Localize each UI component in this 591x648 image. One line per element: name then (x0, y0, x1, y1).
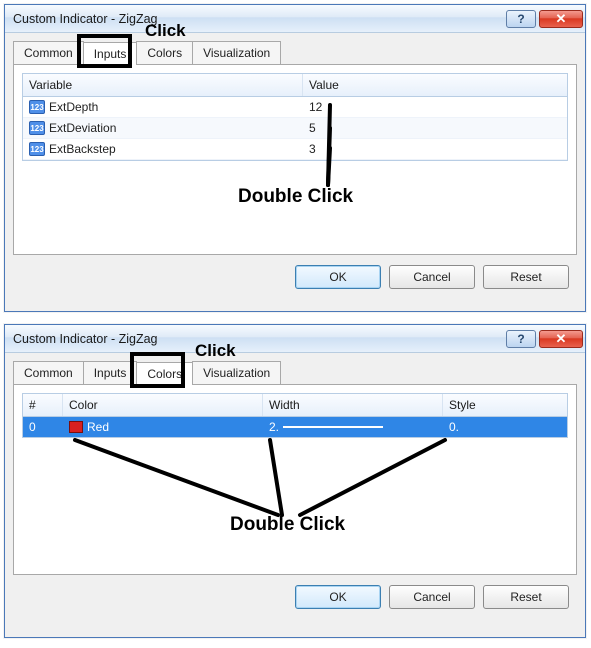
variable-value[interactable]: 12 (303, 97, 567, 117)
tab-inputs[interactable]: Inputs (83, 361, 138, 384)
column-header-index[interactable]: # (23, 394, 63, 416)
table-row[interactable]: 123 ExtDepth 12 (23, 97, 567, 118)
column-header-width[interactable]: Width (263, 394, 443, 416)
column-header-style[interactable]: Style (443, 394, 567, 416)
ok-button[interactable]: OK (295, 585, 381, 609)
help-button[interactable]: ? (506, 330, 536, 348)
close-icon: ✕ (556, 331, 567, 347)
cancel-button[interactable]: Cancel (389, 265, 475, 289)
table-row[interactable]: 123 ExtDeviation 5 (23, 118, 567, 139)
titlebar[interactable]: Custom Indicator - ZigZag ? ✕ (5, 325, 585, 353)
help-icon: ? (517, 332, 524, 346)
color-name: Red (87, 420, 109, 434)
tab-colors[interactable]: Colors (136, 362, 193, 385)
color-swatch-icon (69, 421, 83, 433)
tab-common[interactable]: Common (13, 41, 84, 64)
reset-button[interactable]: Reset (483, 585, 569, 609)
reset-button[interactable]: Reset (483, 265, 569, 289)
colors-panel: # Color Width Style 0 Red 2. (13, 385, 577, 575)
color-index: 0 (23, 417, 63, 437)
integer-icon: 123 (29, 100, 45, 114)
variable-value[interactable]: 5 (303, 118, 567, 138)
tab-visualization[interactable]: Visualization (192, 41, 281, 64)
integer-icon: 123 (29, 121, 45, 135)
cancel-button[interactable]: Cancel (389, 585, 475, 609)
line-sample-icon (283, 426, 383, 428)
close-button[interactable]: ✕ (539, 330, 583, 348)
tab-inputs[interactable]: Inputs (83, 42, 138, 65)
tabstrip: Common Inputs Colors Visualization (13, 359, 577, 385)
help-icon: ? (517, 12, 524, 26)
dialog-colors: Custom Indicator - ZigZag ? ✕ Common Inp… (4, 324, 586, 638)
window-title: Custom Indicator - ZigZag (13, 332, 506, 346)
tab-visualization[interactable]: Visualization (192, 361, 281, 384)
window-title: Custom Indicator - ZigZag (13, 12, 506, 26)
column-header-color[interactable]: Color (63, 394, 263, 416)
close-button[interactable]: ✕ (539, 10, 583, 28)
titlebar[interactable]: Custom Indicator - ZigZag ? ✕ (5, 5, 585, 33)
variable-name: ExtBackstep (49, 142, 116, 156)
style-value: 0. (443, 417, 567, 437)
tab-common[interactable]: Common (13, 361, 84, 384)
table-row[interactable]: 0 Red 2. 0. (23, 417, 567, 437)
ok-button[interactable]: OK (295, 265, 381, 289)
variable-name: ExtDepth (49, 100, 98, 114)
variable-name: ExtDeviation (49, 121, 116, 135)
table-row[interactable]: 123 ExtBackstep 3 (23, 139, 567, 160)
variable-value[interactable]: 3 (303, 139, 567, 159)
help-button[interactable]: ? (506, 10, 536, 28)
colors-grid: # Color Width Style 0 Red 2. (22, 393, 568, 438)
width-value: 2. (269, 420, 279, 434)
tab-colors[interactable]: Colors (136, 41, 193, 64)
close-icon: ✕ (556, 11, 567, 27)
column-header-value[interactable]: Value (303, 74, 567, 96)
integer-icon: 123 (29, 142, 45, 156)
column-header-variable[interactable]: Variable (23, 74, 303, 96)
dialog-inputs: Custom Indicator - ZigZag ? ✕ Common Inp… (4, 4, 586, 312)
inputs-panel: Variable Value 123 ExtDepth 12 123 Ex (13, 65, 577, 255)
inputs-grid: Variable Value 123 ExtDepth 12 123 Ex (22, 73, 568, 161)
tabstrip: Common Inputs Colors Visualization (13, 39, 577, 65)
